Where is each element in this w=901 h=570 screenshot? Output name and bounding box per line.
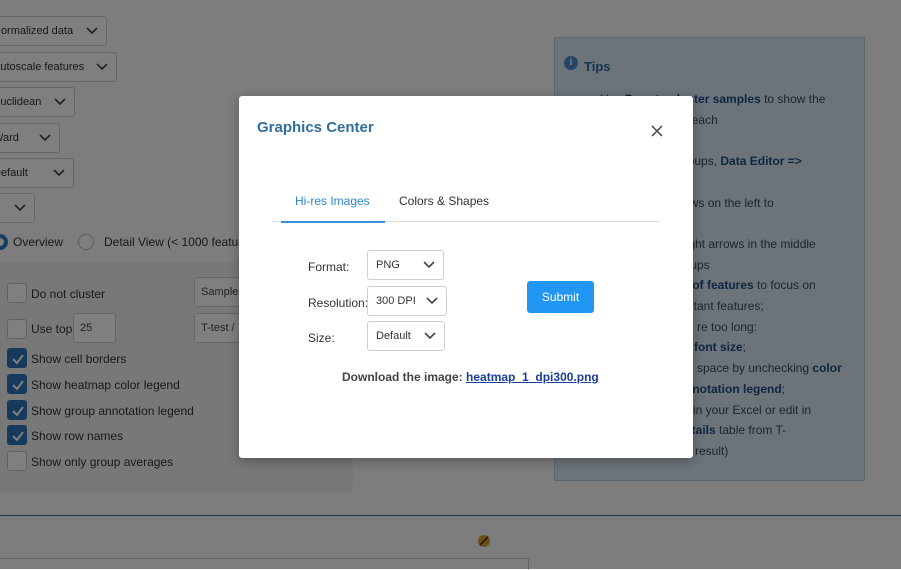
resolution-label: Resolution: bbox=[308, 296, 369, 310]
active-tab-indicator bbox=[281, 221, 385, 223]
submit-button[interactable]: Submit bbox=[527, 281, 594, 313]
tab-colors-shapes[interactable]: Colors & Shapes bbox=[399, 194, 489, 208]
resolution-value: 300 DPI bbox=[376, 295, 416, 307]
size-label: Size: bbox=[308, 331, 335, 345]
download-row: Download the image: heatmap_1_dpi300.png bbox=[342, 370, 599, 384]
format-select[interactable]: PNG bbox=[367, 250, 444, 280]
tab-hi-res-images[interactable]: Hi-res Images bbox=[295, 194, 370, 208]
chevron-down-icon bbox=[423, 261, 435, 269]
format-value: PNG bbox=[376, 259, 400, 271]
size-select[interactable]: Default bbox=[367, 321, 445, 351]
dialog-title: Graphics Center bbox=[257, 119, 374, 136]
graphics-center-dialog: Graphics Center Hi-res Images Colors & S… bbox=[239, 96, 693, 458]
size-value: Default bbox=[376, 330, 411, 342]
download-link[interactable]: heatmap_1_dpi300.png bbox=[466, 370, 599, 384]
resolution-select[interactable]: 300 DPI bbox=[367, 286, 447, 316]
download-label: Download the image: bbox=[342, 370, 463, 384]
chevron-down-icon bbox=[424, 332, 436, 340]
close-icon[interactable] bbox=[647, 121, 667, 141]
chevron-down-icon bbox=[426, 297, 438, 305]
format-label: Format: bbox=[308, 260, 350, 274]
